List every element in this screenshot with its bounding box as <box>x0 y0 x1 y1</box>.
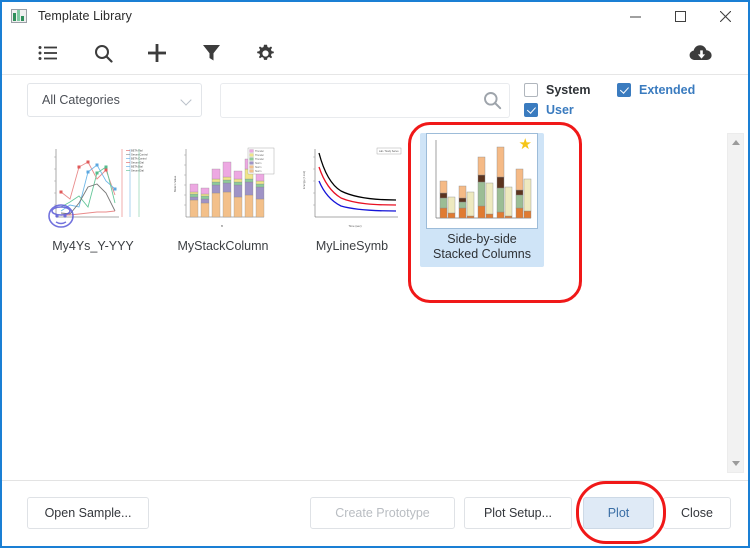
template-item-selection-highlight: ★ Side-by-side Stacked Columns <box>420 133 544 267</box>
filter-icon[interactable] <box>195 38 227 68</box>
maximize-button[interactable] <box>658 2 703 30</box>
template-item[interactable]: ThunderThunder ThunderStorm StormStorm M… <box>164 137 282 254</box>
source-filter-checkboxes: System Extended User <box>522 81 732 123</box>
minimize-button[interactable] <box>613 2 658 30</box>
template-list-area: BETA Vial Serum Control BETA Control Ser… <box>2 125 748 480</box>
svg-text:BETA Control: BETA Control <box>131 156 147 160</box>
checkbox-system-box[interactable] <box>524 83 538 97</box>
checkbox-user-label: User <box>546 103 574 117</box>
template-item[interactable]: Lab / Study Series Energy (J.mol) Time (… <box>293 137 411 254</box>
filter-bar: All Categories System Extended <box>2 75 748 125</box>
window-title: Template Library <box>38 9 132 23</box>
create-prototype-button: Create Prototype <box>310 497 455 529</box>
template-item-label: MyLineSymb <box>293 239 411 254</box>
plot-setup-button[interactable]: Plot Setup... <box>464 497 572 529</box>
close-dialog-button[interactable]: Close <box>663 497 731 529</box>
checkbox-user-box[interactable] <box>524 103 538 117</box>
app-chart-icon <box>11 9 27 23</box>
svg-text:Storm: Storm <box>255 170 261 173</box>
checkbox-system[interactable]: System <box>524 83 590 97</box>
search-icon[interactable] <box>87 38 119 68</box>
open-sample-button[interactable]: Open Sample... <box>27 497 149 529</box>
svg-text:Serum Dial: Serum Dial <box>131 168 144 172</box>
svg-text:B: B <box>221 224 223 228</box>
scroll-up-arrow-icon[interactable] <box>728 135 743 150</box>
svg-text:Meters Value: Meters Value <box>173 175 177 192</box>
category-dropdown-value: All Categories <box>42 93 181 107</box>
svg-text:BETA Dial: BETA Dial <box>131 164 143 168</box>
svg-text:BETA Vial: BETA Vial <box>131 148 143 152</box>
svg-text:Storm: Storm <box>255 162 261 165</box>
template-item-label: My4Ys_Y-YYY <box>34 239 152 254</box>
category-dropdown[interactable]: All Categories <box>27 83 202 117</box>
template-thumbnail-line-multi-axis: BETA Vial Serum Control BETA Control Ser… <box>34 137 152 235</box>
svg-text:Storm: Storm <box>255 166 261 169</box>
checkbox-extended-box[interactable] <box>617 83 631 97</box>
svg-text:Thunder: Thunder <box>255 150 264 153</box>
checkbox-system-label: System <box>546 83 590 97</box>
scroll-down-arrow-icon[interactable] <box>728 456 743 471</box>
template-grid: BETA Vial Serum Control BETA Control Ser… <box>2 125 708 480</box>
template-item-label: MyStackColumn <box>164 239 282 254</box>
checkbox-extended-label: Extended <box>639 83 695 97</box>
svg-text:Lab / Study Series: Lab / Study Series <box>379 150 399 153</box>
template-thumbnail-stacked-column: ThunderThunder ThunderStorm StormStorm M… <box>164 137 282 235</box>
checkbox-extended[interactable]: Extended <box>617 83 695 97</box>
cloud-download-icon[interactable] <box>684 37 718 69</box>
template-item-label: Side-by-side Stacked Columns <box>420 232 544 262</box>
template-item-selected[interactable]: ★ Side-by-side Stacked Columns <box>420 133 544 267</box>
svg-text:Thunder: Thunder <box>255 158 264 161</box>
vertical-scrollbar[interactable] <box>727 133 744 473</box>
svg-text:Serum Dial: Serum Dial <box>131 160 144 164</box>
toolbar <box>2 30 748 75</box>
template-thumbnail-line-symbol: Lab / Study Series Energy (J.mol) Time (… <box>293 137 411 235</box>
plot-button[interactable]: Plot <box>583 497 654 529</box>
chevron-down-icon <box>181 94 193 106</box>
window-controls <box>613 2 748 30</box>
footer-bar: Open Sample... Create Prototype Plot Set… <box>2 480 748 546</box>
svg-text:Time (sec): Time (sec) <box>348 224 361 228</box>
search-box[interactable] <box>220 83 510 118</box>
template-item[interactable]: BETA Vial Serum Control BETA Control Ser… <box>34 137 152 254</box>
list-view-icon[interactable] <box>32 38 64 68</box>
svg-text:Serum Control: Serum Control <box>131 152 148 156</box>
plus-icon[interactable] <box>141 38 173 68</box>
close-button[interactable] <box>703 2 748 30</box>
search-icon[interactable] <box>483 91 502 115</box>
gear-icon[interactable] <box>249 38 281 68</box>
template-library-window: Template Library <box>0 0 750 548</box>
svg-text:Energy (J.mol): Energy (J.mol) <box>302 171 306 189</box>
favorite-star-icon: ★ <box>519 137 532 152</box>
title-bar: Template Library <box>2 2 748 30</box>
template-thumbnail-side-by-side-stacked: ★ <box>426 133 538 229</box>
checkbox-user[interactable]: User <box>524 103 574 117</box>
svg-text:Thunder: Thunder <box>255 154 264 157</box>
search-input[interactable] <box>221 84 479 117</box>
